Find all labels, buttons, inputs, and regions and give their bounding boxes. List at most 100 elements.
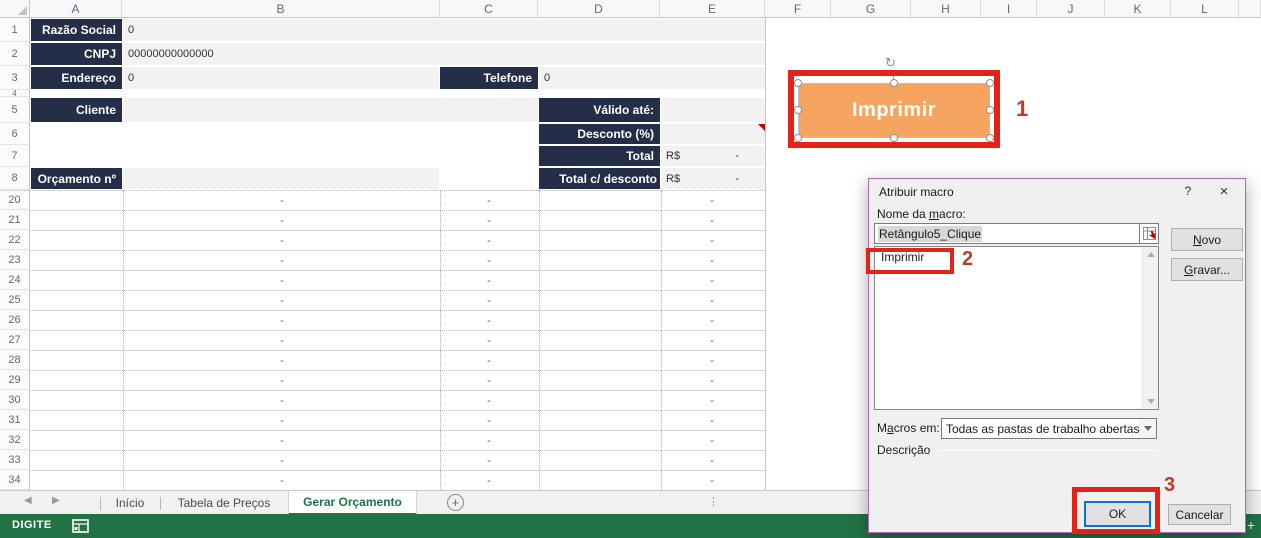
column-header-k[interactable]: K <box>1105 0 1171 18</box>
row-header-28[interactable]: 28 <box>0 350 30 370</box>
column-header-c[interactable]: C <box>440 0 538 18</box>
cell[interactable]: - <box>479 371 499 390</box>
cell[interactable]: - <box>479 391 499 410</box>
row-header-33[interactable]: 33 <box>0 450 30 470</box>
selection-handle[interactable] <box>986 134 994 142</box>
cell-cliente-value[interactable] <box>123 98 538 122</box>
cell-orcamento-label[interactable]: Orçamento nº <box>31 168 122 189</box>
row-header-8[interactable]: 8 <box>0 167 30 190</box>
row-header-34[interactable]: 34 <box>0 470 30 490</box>
row-header-31[interactable]: 31 <box>0 410 30 430</box>
cell-total-desconto-label[interactable]: Total c/ desconto <box>539 168 660 189</box>
cell[interactable]: - <box>479 251 499 270</box>
row-header-4[interactable]: 4 <box>0 90 30 97</box>
row-header-21[interactable]: 21 <box>0 210 30 230</box>
row-header-24[interactable]: 24 <box>0 270 30 290</box>
cell[interactable]: - <box>702 391 722 410</box>
cell-desconto-label[interactable]: Desconto (%) <box>539 124 660 144</box>
select-all-corner[interactable] <box>0 0 30 18</box>
imprimir-shape-button[interactable]: Imprimir <box>798 83 990 138</box>
cell[interactable]: - <box>272 271 292 290</box>
prev-sheet-arrow-icon[interactable]: ◀ <box>24 495 32 506</box>
cell-orcamento-value[interactable] <box>123 168 439 189</box>
column-header-h[interactable]: H <box>911 0 981 18</box>
row-header-5[interactable]: 5 <box>0 97 30 123</box>
cell-total-desconto-value[interactable]: R$ - <box>661 168 765 189</box>
macros-em-dropdown[interactable]: Todas as pastas de trabalho abertas <box>941 418 1157 439</box>
cell[interactable]: - <box>702 291 722 310</box>
column-header-i[interactable]: I <box>981 0 1037 18</box>
cell[interactable]: - <box>272 251 292 270</box>
column-header-e[interactable]: E <box>660 0 765 18</box>
cell[interactable]: - <box>272 371 292 390</box>
cell[interactable]: - <box>272 291 292 310</box>
macro-name-input[interactable]: Retângulo5_Clique <box>874 223 1159 244</box>
cell-cliente-label[interactable]: Cliente <box>31 98 122 122</box>
selection-handle[interactable] <box>794 79 802 87</box>
cell-valido-ate-label[interactable]: Válido até: <box>539 98 660 122</box>
column-header-a[interactable]: A <box>30 0 122 18</box>
row-header-30[interactable]: 30 <box>0 390 30 410</box>
cell-endereco-value[interactable]: 0 <box>123 67 439 89</box>
selection-handle[interactable] <box>794 134 802 142</box>
cell[interactable]: - <box>702 451 722 470</box>
cell[interactable]: - <box>479 231 499 250</box>
cell[interactable]: - <box>702 191 722 210</box>
cell[interactable]: - <box>702 371 722 390</box>
row-header-20[interactable]: 20 <box>0 190 30 210</box>
close-icon[interactable]: × <box>1207 179 1241 203</box>
cell[interactable]: - <box>272 431 292 450</box>
row-header-6[interactable]: 6 <box>0 123 30 145</box>
row-header-26[interactable]: 26 <box>0 310 30 330</box>
cell[interactable]: - <box>479 271 499 290</box>
column-header-l[interactable]: L <box>1171 0 1239 18</box>
row-header-29[interactable]: 29 <box>0 370 30 390</box>
cell[interactable]: - <box>479 311 499 330</box>
cell[interactable]: - <box>702 211 722 230</box>
cell[interactable]: - <box>272 451 292 470</box>
dropdown-chevron-icon[interactable] <box>1139 419 1156 438</box>
cancelar-button[interactable]: Cancelar <box>1168 504 1231 525</box>
cell[interactable]: - <box>479 291 499 310</box>
cell[interactable]: - <box>479 211 499 230</box>
row-header-1[interactable]: 1 <box>0 18 30 42</box>
macro-list-item[interactable]: Imprimir <box>876 248 1116 265</box>
scroll-down-icon[interactable] <box>1147 399 1155 404</box>
cell[interactable]: - <box>272 391 292 410</box>
column-header-b[interactable]: B <box>122 0 440 18</box>
cell[interactable]: - <box>702 331 722 350</box>
row-header-7[interactable]: 7 <box>0 145 30 167</box>
scroll-up-icon[interactable] <box>1147 252 1155 257</box>
cell[interactable]: - <box>479 451 499 470</box>
cell[interactable]: - <box>702 351 722 370</box>
column-header-j[interactable]: J <box>1037 0 1105 18</box>
cell-total-label[interactable]: Total <box>539 146 660 166</box>
sheet-tab-início[interactable]: Início <box>100 491 160 515</box>
range-picker-icon[interactable] <box>1139 224 1158 243</box>
row-header-22[interactable]: 22 <box>0 230 30 250</box>
cell[interactable]: - <box>702 231 722 250</box>
selection-handle[interactable] <box>890 79 898 87</box>
cell[interactable]: - <box>479 431 499 450</box>
cell[interactable]: - <box>272 411 292 430</box>
selection-handle[interactable] <box>986 106 994 114</box>
cell[interactable]: - <box>702 251 722 270</box>
cell[interactable]: - <box>702 411 722 430</box>
cell[interactable]: - <box>702 471 722 490</box>
cell[interactable]: - <box>272 211 292 230</box>
row-header-25[interactable]: 25 <box>0 290 30 310</box>
cell-cnpj-label[interactable]: CNPJ <box>31 43 122 65</box>
novo-button[interactable]: Novo <box>1171 228 1243 251</box>
selection-handle[interactable] <box>794 106 802 114</box>
listbox-scrollbar[interactable] <box>1142 247 1158 409</box>
column-header-g[interactable]: G <box>831 0 911 18</box>
macro-listbox[interactable]: Imprimir <box>874 246 1159 410</box>
cell-cnpj-value[interactable]: 00000000000000 <box>123 43 765 65</box>
rotate-handle-icon[interactable]: ↻ <box>885 55 896 71</box>
row-header-3[interactable]: 3 <box>0 66 30 90</box>
column-header-partial[interactable] <box>1239 0 1261 18</box>
next-sheet-arrow-icon[interactable]: ▶ <box>52 495 60 506</box>
cell[interactable]: - <box>272 351 292 370</box>
cell[interactable]: - <box>272 191 292 210</box>
cell[interactable]: - <box>702 311 722 330</box>
